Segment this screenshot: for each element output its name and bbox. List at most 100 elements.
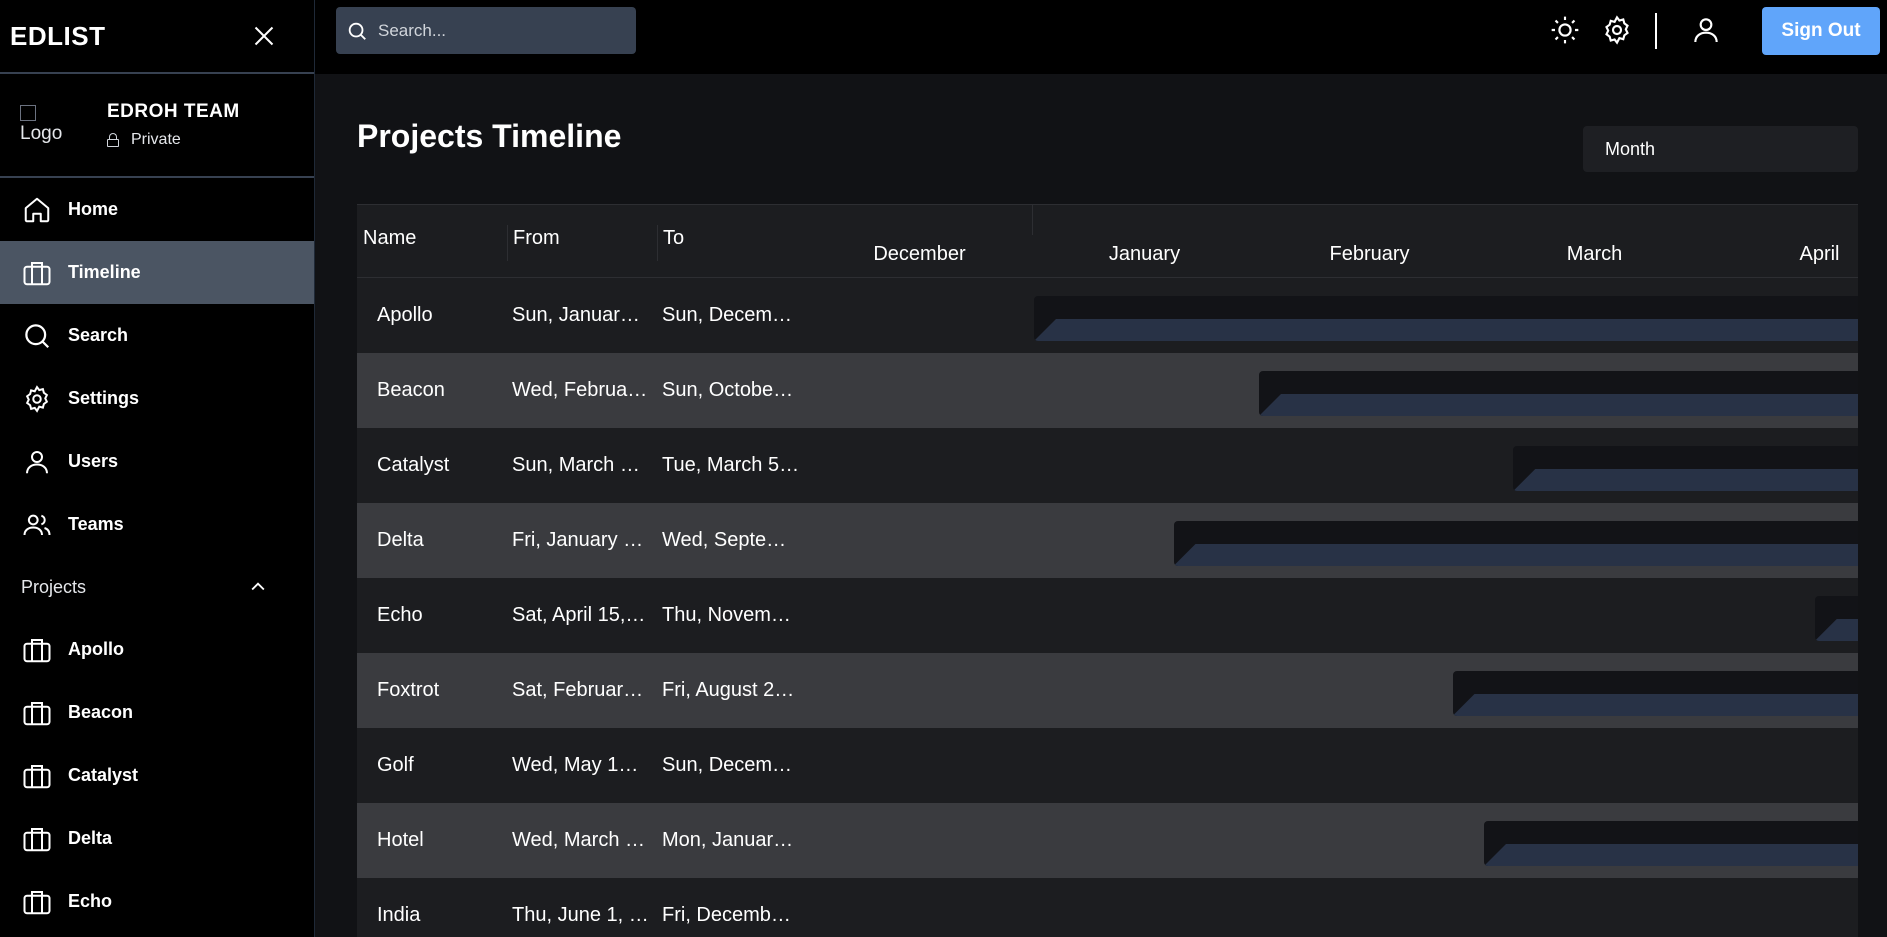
lock-icon: [107, 133, 119, 147]
team-privacy: Private: [107, 131, 240, 149]
gantt-chart: Name From To December January February M…: [357, 204, 1858, 937]
projects-section-label: Projects: [21, 576, 87, 597]
timeline-bar-progress: [1452, 694, 1858, 716]
row-from: Wed, Februa…: [512, 379, 648, 401]
projects-section-toggle[interactable]: Projects: [0, 556, 314, 618]
row-to: Sun, Decem…: [662, 304, 793, 326]
column-header-from[interactable]: From: [513, 227, 560, 250]
table-row[interactable]: Catalyst Sun, March … Tue, March 5…: [357, 428, 1858, 503]
row-from: Sat, April 15,…: [512, 604, 646, 626]
sidebar-item-label: Teams: [68, 514, 124, 534]
row-name: Hotel: [377, 829, 424, 851]
sidebar-project-label: Apollo: [68, 639, 124, 659]
page-title: Projects Timeline: [357, 118, 622, 154]
sidebar-item-home[interactable]: Home: [0, 178, 314, 241]
team-name: EDROH TEAM: [107, 101, 240, 122]
timeline-bar[interactable]: [1259, 371, 1858, 416]
briefcase-icon: [23, 701, 51, 725]
search-icon: [25, 323, 50, 348]
row-to: Mon, Januar…: [662, 829, 794, 851]
team-header: Logo EDROH TEAM Private: [0, 74, 314, 178]
timeline-bar[interactable]: [1034, 296, 1858, 341]
table-row[interactable]: Beacon Wed, Februa… Sun, Octobe…: [357, 353, 1858, 428]
chevron-up-icon: [251, 582, 265, 591]
timeline-bar[interactable]: [1814, 596, 1858, 641]
view-mode-select[interactable]: Month: [1583, 126, 1858, 172]
table-row[interactable]: Delta Fri, January … Wed, Septe…: [357, 503, 1858, 578]
broken-image-icon: [20, 105, 36, 121]
sidebar-project-label: Catalyst: [68, 765, 139, 785]
timeline-bar[interactable]: [1513, 446, 1858, 491]
timeline-bar[interactable]: [1173, 521, 1858, 566]
users-icon: [23, 514, 51, 535]
table-row[interactable]: Apollo Sun, Januar… Sun, Decem…: [357, 278, 1858, 353]
row-from: Sat, Februar…: [512, 679, 644, 701]
row-name: India: [377, 904, 421, 926]
sidebar-item-timeline[interactable]: Timeline: [0, 241, 314, 304]
sidebar-project-delta[interactable]: Delta: [0, 807, 314, 870]
sidebar: EDLIST Logo EDROH TEAM Private Home Time…: [0, 0, 315, 937]
row-to: Fri, August 2…: [662, 679, 795, 701]
sidebar-item-label: Timeline: [68, 262, 141, 282]
header-divider: [1655, 13, 1657, 49]
team-logo-alt: Logo: [20, 123, 63, 144]
table-row[interactable]: India Thu, June 1, … Fri, Decemb…: [357, 878, 1858, 937]
table-row[interactable]: Golf Wed, May 1… Sun, Decem…: [357, 728, 1858, 803]
timeline-bar-progress: [1259, 394, 1858, 416]
sidebar-item-users[interactable]: Users: [0, 430, 314, 493]
row-to: Sun, Decem…: [662, 754, 793, 776]
gear-icon: [25, 384, 49, 413]
sidebar-item-teams[interactable]: Teams: [0, 493, 314, 556]
row-name: Foxtrot: [377, 679, 440, 701]
sidebar-item-label: Settings: [68, 388, 140, 408]
column-separator: [1032, 205, 1033, 235]
sidebar-project-catalyst[interactable]: Catalyst: [0, 744, 314, 807]
team-info: EDROH TEAM Private: [107, 101, 240, 149]
timeline-bar-progress: [1513, 469, 1858, 491]
sidebar-project-beacon[interactable]: Beacon: [0, 681, 314, 744]
search-icon: [348, 22, 366, 40]
sidebar-nav: Home Timeline Search Settings Users Team…: [0, 178, 314, 933]
month-header: January: [1108, 243, 1181, 265]
user-icon[interactable]: [1690, 14, 1722, 46]
sidebar-item-label: Search: [68, 325, 129, 345]
row-from: Wed, May 1…: [512, 754, 639, 776]
sidebar-project-echo[interactable]: Echo: [0, 870, 314, 933]
sidebar-project-label: Delta: [68, 828, 113, 848]
column-separator: [507, 225, 508, 261]
row-from: Fri, January …: [512, 529, 644, 551]
gear-icon[interactable]: [1601, 14, 1633, 46]
sign-out-button[interactable]: Sign Out: [1762, 7, 1880, 55]
home-icon: [24, 197, 50, 222]
search-input[interactable]: [378, 20, 618, 41]
briefcase-icon: [23, 638, 51, 662]
row-from: Sun, Januar…: [512, 304, 640, 326]
close-sidebar-icon[interactable]: [250, 22, 278, 50]
app-window: EDLIST Logo EDROH TEAM Private Home Time…: [0, 0, 1887, 937]
row-to: Fri, Decemb…: [662, 904, 791, 926]
row-from: Thu, June 1, …: [512, 904, 649, 926]
sidebar-item-search[interactable]: Search: [0, 304, 314, 367]
month-header: April: [1799, 243, 1840, 265]
column-header-name[interactable]: Name: [363, 227, 416, 250]
column-header-to[interactable]: To: [663, 227, 684, 250]
briefcase-icon: [23, 261, 51, 285]
sidebar-project-label: Echo: [68, 891, 113, 911]
row-name: Delta: [377, 529, 424, 551]
table-row[interactable]: Hotel Wed, March … Mon, Januar…: [357, 803, 1858, 878]
gantt-header: Name From To December January February M…: [357, 204, 1858, 278]
month-header: February: [1329, 243, 1410, 265]
row-to: Tue, March 5…: [662, 454, 800, 476]
main-content: Projects Timeline Month Name From To Dec…: [315, 74, 1887, 937]
timeline-bar[interactable]: [1452, 671, 1858, 716]
timeline-bar-progress: [1814, 619, 1858, 641]
table-row[interactable]: Echo Sat, April 15,… Thu, Novem…: [357, 578, 1858, 653]
row-to: Thu, Novem…: [662, 604, 791, 626]
sidebar-item-settings[interactable]: Settings: [0, 367, 314, 430]
sun-icon[interactable]: [1549, 14, 1581, 46]
timeline-bar[interactable]: [1484, 821, 1858, 866]
search-box[interactable]: [336, 7, 636, 54]
column-separator: [657, 225, 658, 261]
sidebar-project-apollo[interactable]: Apollo: [0, 618, 314, 681]
table-row[interactable]: Foxtrot Sat, Februar… Fri, August 2…: [357, 653, 1858, 728]
